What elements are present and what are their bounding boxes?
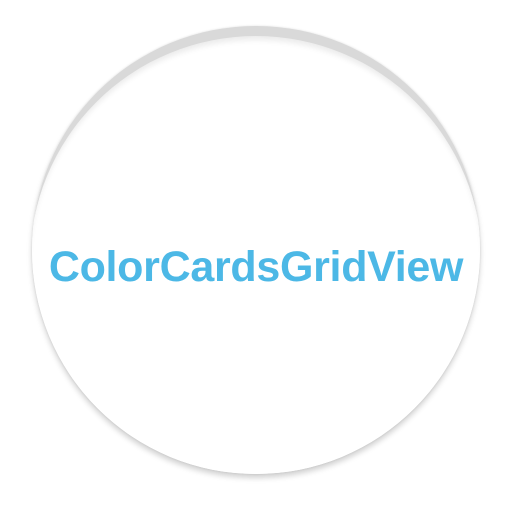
app-icon-canvas: ColorCardsGridView <box>0 0 512 512</box>
app-icon-label: ColorCardsGridView <box>48 243 464 291</box>
